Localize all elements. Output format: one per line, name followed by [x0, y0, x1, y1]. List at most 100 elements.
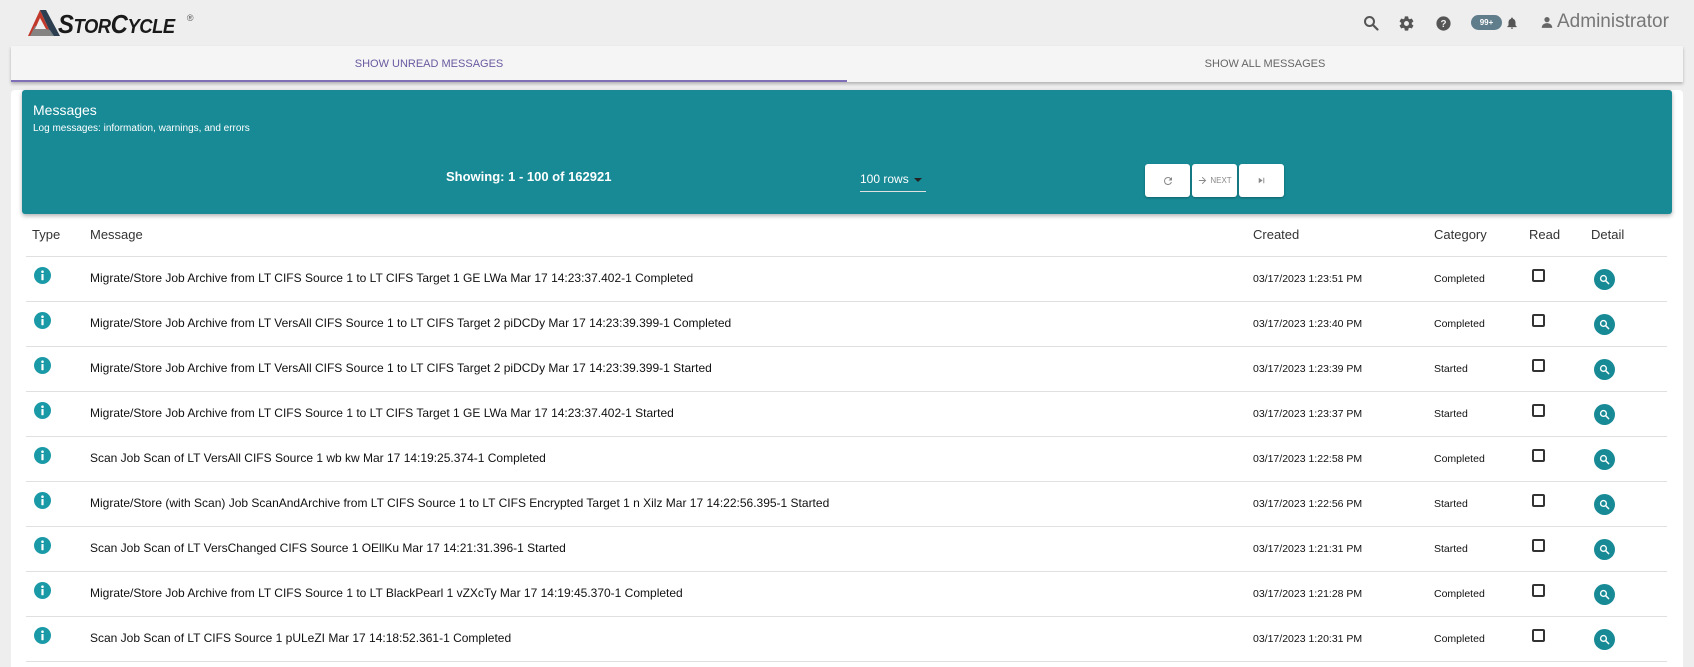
detail-button[interactable]: [1594, 449, 1615, 470]
magnifier-icon: [1599, 454, 1610, 465]
skip-next-icon: [1258, 177, 1265, 184]
created-timestamp: 03/17/2023 1:21:28 PM: [1253, 588, 1363, 600]
created-timestamp: 03/17/2023 1:23:39 PM: [1253, 363, 1363, 375]
info-icon: [34, 627, 51, 644]
info-icon: [34, 582, 51, 599]
storcycle-logo[interactable]: STORCYCLE ®: [26, 7, 193, 41]
next-page-button[interactable]: NEXT: [1192, 164, 1237, 197]
read-checkbox[interactable]: [1532, 449, 1545, 462]
magnifier-icon: [1599, 319, 1610, 330]
detail-button[interactable]: [1594, 539, 1615, 560]
message-text: Scan Job Scan of LT CIFS Source 1 pULeZI…: [90, 631, 512, 645]
table-header: Type Message Created Category Read Detai…: [26, 213, 1667, 257]
magnifier-icon: [1599, 499, 1610, 510]
table-row[interactable]: Migrate/Store (with Scan) Job ScanAndArc…: [26, 482, 1667, 527]
read-checkbox[interactable]: [1532, 404, 1545, 417]
message-text: Scan Job Scan of LT VersAll CIFS Source …: [90, 451, 546, 465]
magnifier-icon: [1599, 544, 1610, 555]
table-row[interactable]: Migrate/Store Job Archive from LT VersAl…: [26, 347, 1667, 392]
column-header-message[interactable]: Message: [90, 227, 143, 242]
read-checkbox[interactable]: [1532, 269, 1545, 282]
created-timestamp: 03/17/2023 1:21:31 PM: [1253, 543, 1363, 555]
read-checkbox[interactable]: [1532, 359, 1545, 372]
gear-icon[interactable]: [1396, 13, 1416, 33]
magnifier-icon: [1599, 589, 1610, 600]
table-row[interactable]: Scan Job Scan of LT VersChanged CIFS Sou…: [26, 527, 1667, 572]
bell-icon[interactable]: [1502, 13, 1522, 33]
caret-down-icon: [913, 178, 922, 182]
detail-button[interactable]: [1594, 404, 1615, 425]
category-text: Started: [1434, 498, 1468, 510]
table-row[interactable]: Migrate/Store Job Archive from LT CIFS S…: [26, 392, 1667, 437]
category-text: Started: [1434, 543, 1468, 555]
message-text: Migrate/Store Job Archive from LT CIFS S…: [90, 406, 674, 420]
table-row[interactable]: Migrate/Store Job Archive from LT CIFS S…: [26, 257, 1667, 302]
created-timestamp: 03/17/2023 1:22:58 PM: [1253, 453, 1363, 465]
logo-text: STORCYCLE: [58, 8, 175, 39]
category-text: Completed: [1434, 318, 1485, 330]
detail-button[interactable]: [1594, 494, 1615, 515]
info-icon: [34, 267, 51, 284]
detail-button[interactable]: [1594, 359, 1615, 380]
info-icon: [34, 492, 51, 509]
created-timestamp: 03/17/2023 1:22:56 PM: [1253, 498, 1363, 510]
page-subtitle: Log messages: information, warnings, and…: [33, 123, 250, 134]
tab-show-unread-messages[interactable]: SHOW UNREAD MESSAGES: [11, 46, 847, 82]
column-header-read[interactable]: Read: [1529, 227, 1560, 242]
column-header-created[interactable]: Created: [1253, 227, 1299, 242]
read-checkbox[interactable]: [1532, 314, 1545, 327]
read-checkbox[interactable]: [1532, 494, 1545, 507]
info-icon: [34, 447, 51, 464]
created-timestamp: 03/17/2023 1:23:40 PM: [1253, 318, 1363, 330]
category-text: Started: [1434, 363, 1468, 375]
help-icon[interactable]: ?: [1433, 13, 1453, 33]
created-timestamp: 03/17/2023 1:20:31 PM: [1253, 633, 1363, 645]
next-label: NEXT: [1210, 176, 1232, 185]
info-icon: [34, 357, 51, 374]
column-header-category[interactable]: Category: [1434, 227, 1487, 242]
detail-button[interactable]: [1594, 629, 1615, 650]
table-row[interactable]: Scan Job Scan of LT CIFS Source 1 pULeZI…: [26, 617, 1667, 662]
message-text: Migrate/Store Job Archive from LT VersAl…: [90, 361, 712, 375]
message-text: Migrate/Store Job Archive from LT CIFS S…: [90, 271, 694, 285]
table-row[interactable]: Migrate/Store Job Archive from LT CIFS S…: [26, 572, 1667, 617]
tab-show-all-messages[interactable]: SHOW ALL MESSAGES: [847, 46, 1683, 82]
category-text: Completed: [1434, 273, 1485, 285]
refresh-button[interactable]: [1145, 164, 1190, 197]
rows-per-page-value: 100 rows: [860, 172, 909, 186]
magnifier-icon: [1599, 274, 1610, 285]
category-text: Completed: [1434, 588, 1485, 600]
refresh-icon: [1163, 176, 1172, 185]
messages-card: Messages Log messages: information, warn…: [11, 90, 1683, 667]
page-title: Messages: [33, 102, 97, 118]
table-row[interactable]: Scan Job Scan of LT VersAll CIFS Source …: [26, 437, 1667, 482]
read-checkbox[interactable]: [1532, 584, 1545, 597]
rows-per-page-select[interactable]: 100 rows: [860, 172, 926, 192]
last-page-button[interactable]: [1239, 164, 1284, 197]
arrow-right-icon: [1199, 176, 1207, 185]
search-icon[interactable]: [1361, 13, 1381, 33]
pagination-summary: Showing: 1 - 100 of 162921: [446, 169, 612, 184]
created-timestamp: 03/17/2023 1:23:51 PM: [1253, 273, 1363, 285]
user-menu[interactable]: Administrator: [1540, 11, 1669, 33]
magnifier-icon: [1599, 634, 1610, 645]
column-header-type[interactable]: Type: [32, 227, 60, 242]
read-checkbox[interactable]: [1532, 629, 1545, 642]
category-text: Started: [1434, 408, 1468, 420]
message-text: Migrate/Store Job Archive from LT CIFS S…: [90, 586, 683, 600]
message-tabs: SHOW UNREAD MESSAGES SHOW ALL MESSAGES: [11, 46, 1683, 82]
detail-button[interactable]: [1594, 269, 1615, 290]
person-icon: [1541, 17, 1553, 28]
read-checkbox[interactable]: [1532, 539, 1545, 552]
detail-button[interactable]: [1594, 314, 1615, 335]
registered-mark: ®: [186, 13, 194, 23]
info-icon: [34, 402, 51, 419]
notification-count-badge[interactable]: 99+: [1471, 15, 1502, 30]
detail-button[interactable]: [1594, 584, 1615, 605]
category-text: Completed: [1434, 633, 1485, 645]
column-header-detail[interactable]: Detail: [1591, 227, 1624, 242]
messages-header: Messages Log messages: information, warn…: [22, 90, 1672, 214]
magnifier-icon: [1599, 364, 1610, 375]
info-icon: [34, 537, 51, 554]
table-row[interactable]: Migrate/Store Job Archive from LT VersAl…: [26, 302, 1667, 347]
